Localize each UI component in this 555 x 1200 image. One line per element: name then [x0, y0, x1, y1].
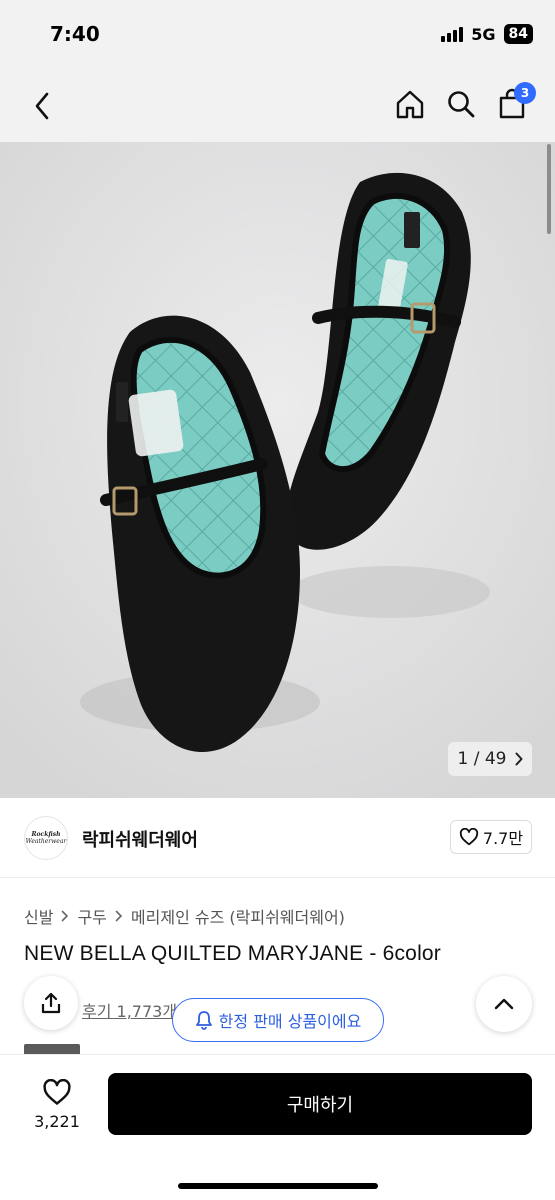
- chevron-up-icon: [494, 998, 514, 1010]
- image-counter-button[interactable]: 1 / 49: [448, 742, 532, 776]
- image-counter-text: 1 / 49: [457, 749, 507, 769]
- breadcrumb-item[interactable]: 신발: [24, 904, 53, 928]
- cart-button[interactable]: 3: [494, 82, 536, 122]
- page-scroll-indicator: [547, 144, 551, 234]
- back-icon: [35, 92, 49, 120]
- brand-like-count: 7.7만: [482, 829, 524, 848]
- home-button[interactable]: [392, 86, 428, 122]
- status-indicators: 5G 84: [441, 24, 533, 44]
- network-type: 5G: [471, 24, 496, 44]
- home-icon: [396, 90, 424, 119]
- status-bar: 7:40 5G 84: [0, 0, 555, 70]
- limited-sale-toast[interactable]: 한정 판매 상품이에요: [172, 998, 384, 1042]
- status-time: 7:40: [50, 22, 100, 46]
- bell-icon: [195, 1011, 212, 1030]
- heart-icon: [459, 828, 478, 846]
- wishlist-count: 3,221: [34, 1112, 80, 1131]
- product-image[interactable]: [0, 142, 555, 798]
- brand-logo[interactable]: Rockfish Weatherwear: [24, 816, 68, 860]
- chevron-right-icon: [515, 752, 522, 766]
- shoe-photo: [0, 142, 555, 798]
- chevron-right-icon: [62, 910, 69, 922]
- cart-count-badge: 3: [514, 82, 536, 104]
- chevron-right-icon: [115, 910, 123, 922]
- breadcrumb-item[interactable]: 메리제인 슈즈 (락피쉬웨더웨어): [131, 904, 345, 928]
- bottom-action-bar: 3,221 구매하기: [0, 1054, 555, 1200]
- search-icon: [448, 91, 475, 118]
- share-button[interactable]: [24, 976, 78, 1030]
- product-title: NEW BELLA QUILTED MARYJANE - 6color: [24, 942, 442, 965]
- brand-name[interactable]: 락피쉬웨더웨어: [82, 826, 198, 852]
- breadcrumb-item[interactable]: 구두: [77, 904, 106, 928]
- scroll-to-top-button[interactable]: [476, 976, 532, 1032]
- battery-level: 84: [503, 24, 533, 44]
- back-button[interactable]: [26, 88, 58, 124]
- heart-icon: [43, 1079, 71, 1105]
- review-link[interactable]: 후기 1,773개: [82, 998, 177, 1022]
- signal-icon: [441, 26, 464, 42]
- search-button[interactable]: [443, 86, 479, 122]
- wishlist-button[interactable]: 3,221: [24, 1073, 90, 1137]
- buy-button[interactable]: 구매하기: [108, 1073, 532, 1135]
- breadcrumb: 신발 구두 메리제인 슈즈 (락피쉬웨더웨어): [24, 904, 345, 928]
- limited-sale-text: 한정 판매 상품이에요: [218, 1012, 362, 1031]
- home-indicator: [178, 1183, 378, 1189]
- brand-like-button[interactable]: 7.7만: [450, 820, 532, 854]
- brand-row[interactable]: Rockfish Weatherwear 락피쉬웨더웨어 7.7만: [0, 798, 555, 878]
- nav-bar: 3: [0, 70, 555, 142]
- share-icon: [41, 992, 61, 1014]
